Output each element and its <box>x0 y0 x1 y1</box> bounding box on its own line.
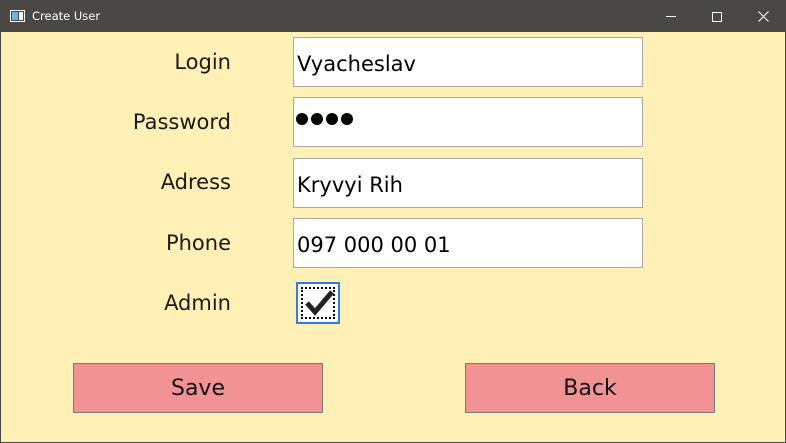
create-user-window: Create User Login Password Adress Phone … <box>0 0 786 443</box>
password-label: Password <box>132 110 231 134</box>
address-field[interactable] <box>293 158 643 208</box>
close-button[interactable] <box>740 1 786 32</box>
password-mask-dot <box>341 113 353 125</box>
phone-label: Phone <box>165 231 231 255</box>
password-field[interactable] <box>293 97 643 147</box>
admin-label: Admin <box>164 291 231 315</box>
password-mask-dot <box>296 113 308 125</box>
minimize-button[interactable] <box>648 1 694 32</box>
phone-field[interactable] <box>293 218 643 268</box>
maximize-icon <box>712 11 722 22</box>
admin-checkbox[interactable] <box>296 282 340 324</box>
login-label: Login <box>174 50 231 74</box>
minimize-icon <box>666 16 676 17</box>
address-label: Adress <box>160 170 231 194</box>
close-icon <box>757 11 769 22</box>
window-app-icon <box>10 10 25 22</box>
back-button[interactable]: Back <box>465 363 715 413</box>
password-mask-dot <box>311 113 323 125</box>
window-title: Create User <box>32 9 101 23</box>
title-bar[interactable]: Create User <box>1 1 785 32</box>
password-mask-dot <box>326 113 338 125</box>
save-button[interactable]: Save <box>73 363 323 413</box>
login-field[interactable] <box>293 37 643 87</box>
maximize-button[interactable] <box>694 1 740 32</box>
checkmark-icon <box>305 290 334 316</box>
